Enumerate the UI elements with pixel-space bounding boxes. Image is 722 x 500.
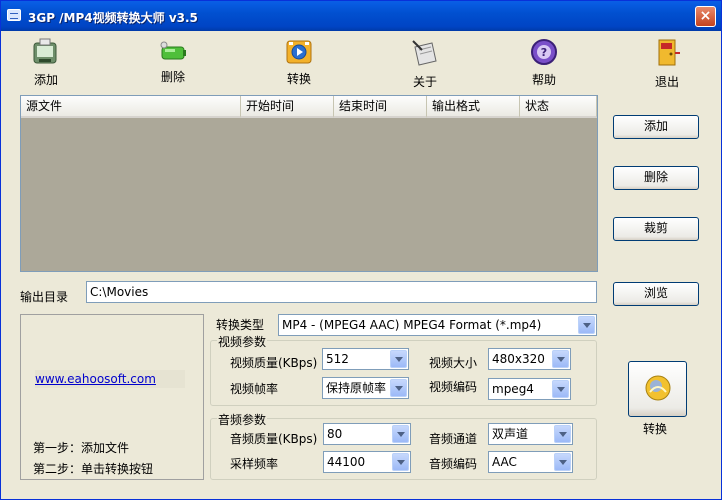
column-status[interactable]: 状态 [520, 96, 597, 118]
chevron-down-icon[interactable] [552, 350, 569, 368]
video-params-title: 视频参数 [217, 333, 268, 350]
convert-button[interactable] [628, 361, 687, 417]
delete-button[interactable]: 删除 [613, 166, 699, 190]
video-quality-select[interactable]: 512 [322, 348, 409, 370]
chevron-down-icon[interactable] [392, 453, 409, 471]
video-size-value: 480x320 [492, 352, 545, 366]
video-size-label: 视频大小 [429, 356, 478, 370]
chevron-down-icon[interactable] [390, 379, 407, 397]
chevron-down-icon[interactable] [392, 425, 409, 443]
svg-text:?: ? [541, 46, 547, 59]
audio-quality-label: 音频质量(KBps) [230, 432, 318, 446]
video-size-select[interactable]: 480x320 [488, 348, 571, 370]
output-dir-label: 输出目录 [20, 290, 69, 304]
toolbar-about-button[interactable]: 关于 [390, 37, 460, 89]
output-dir-input[interactable]: C:\Movies [86, 281, 597, 303]
convert-type-value: MP4 - (MPEG4 AAC) MPEG4 Format (*.mp4) [282, 318, 542, 332]
video-fps-label: 视频帧率 [230, 382, 279, 396]
toolbar-convert-button[interactable]: 转换 [264, 37, 334, 89]
info-panel: www.eahoosoft.com 第一步：添加文件 第二步：单击转换按钮 [20, 314, 204, 480]
about-icon [412, 40, 437, 66]
audio-rate-value: 44100 [327, 455, 366, 469]
crop-button[interactable]: 裁剪 [613, 217, 699, 241]
close-button[interactable]: × [695, 6, 716, 27]
column-start-time[interactable]: 开始时间 [241, 96, 334, 118]
chevron-down-icon[interactable] [390, 350, 407, 368]
toolbar-help-button[interactable]: ? 帮助 [509, 37, 579, 89]
title-bar[interactable]: 3GP /MP4视频转换大师 v3.5 × [1, 1, 721, 31]
audio-rate-label: 采样频率 [230, 457, 279, 471]
file-list-header: 源文件 开始时间 结束时间 输出格式 状态 [21, 96, 597, 118]
audio-codec-value: AAC [492, 455, 517, 469]
convert-globe-icon [645, 375, 671, 401]
convert-type-select[interactable]: MP4 - (MPEG4 AAC) MPEG4 Format (*.mp4) [278, 314, 597, 336]
video-fps-value: 保持原帧率 [326, 381, 387, 395]
step2-text: 第二步：单击转换按钮 [33, 462, 154, 476]
help-icon: ? [531, 39, 557, 65]
chevron-down-icon[interactable] [554, 425, 571, 443]
toolbar-add-label: 添加 [33, 73, 58, 87]
file-list[interactable]: 源文件 开始时间 结束时间 输出格式 状态 [20, 95, 598, 272]
website-link[interactable]: www.eahoosoft.com [35, 370, 185, 388]
video-quality-value: 512 [326, 352, 349, 366]
audio-codec-select[interactable]: AAC [488, 451, 573, 473]
audio-rate-select[interactable]: 44100 [323, 451, 411, 473]
video-quality-label: 视频质量(KBps) [230, 356, 318, 370]
toolbar-convert-label: 转换 [286, 72, 311, 86]
toolbar-delete-label: 删除 [160, 70, 185, 84]
column-output-format[interactable]: 输出格式 [427, 96, 520, 118]
audio-quality-value: 80 [327, 427, 343, 441]
window-title: 3GP /MP4视频转换大师 v3.5 [28, 11, 198, 25]
chevron-down-icon[interactable] [554, 453, 571, 471]
video-fps-select[interactable]: 保持原帧率 [322, 377, 409, 399]
video-codec-value: mpeg4 [492, 382, 534, 396]
app-window: 3GP /MP4视频转换大师 v3.5 × 添加 删除 转换 关于 ? 帮助 退… [0, 0, 722, 500]
app-icon [7, 9, 21, 21]
video-codec-label: 视频编码 [429, 380, 478, 394]
chevron-down-icon[interactable] [578, 316, 595, 334]
delete-battery-icon [160, 41, 186, 60]
step1-text: 第一步：添加文件 [33, 441, 130, 455]
toolbar-help-label: 帮助 [531, 73, 556, 87]
audio-quality-select[interactable]: 80 [323, 423, 411, 445]
convert-button-label: 转换 [643, 422, 668, 436]
column-end-time[interactable]: 结束时间 [334, 96, 427, 118]
column-source-file[interactable]: 源文件 [21, 96, 241, 118]
convert-film-icon [286, 40, 312, 64]
toolbar-delete-button[interactable]: 删除 [138, 37, 208, 89]
toolbar-exit-button[interactable]: 退出 [632, 37, 702, 89]
convert-type-label: 转换类型 [216, 318, 265, 332]
toolbar-about-label: 关于 [412, 75, 437, 89]
exit-door-icon [658, 39, 680, 66]
close-icon: × [699, 8, 712, 24]
add-button[interactable]: 添加 [613, 115, 699, 139]
audio-channel-value: 双声道 [492, 427, 529, 441]
audio-codec-label: 音频编码 [429, 457, 478, 471]
audio-params-title: 音频参数 [217, 411, 268, 428]
add-file-icon [33, 38, 57, 64]
audio-channel-select[interactable]: 双声道 [488, 423, 573, 445]
chevron-down-icon[interactable] [552, 380, 569, 398]
audio-channel-label: 音频通道 [429, 432, 478, 446]
browse-button[interactable]: 浏览 [613, 282, 699, 306]
video-codec-select[interactable]: mpeg4 [488, 378, 571, 400]
toolbar-exit-label: 退出 [654, 75, 679, 89]
toolbar-add-button[interactable]: 添加 [11, 37, 81, 89]
